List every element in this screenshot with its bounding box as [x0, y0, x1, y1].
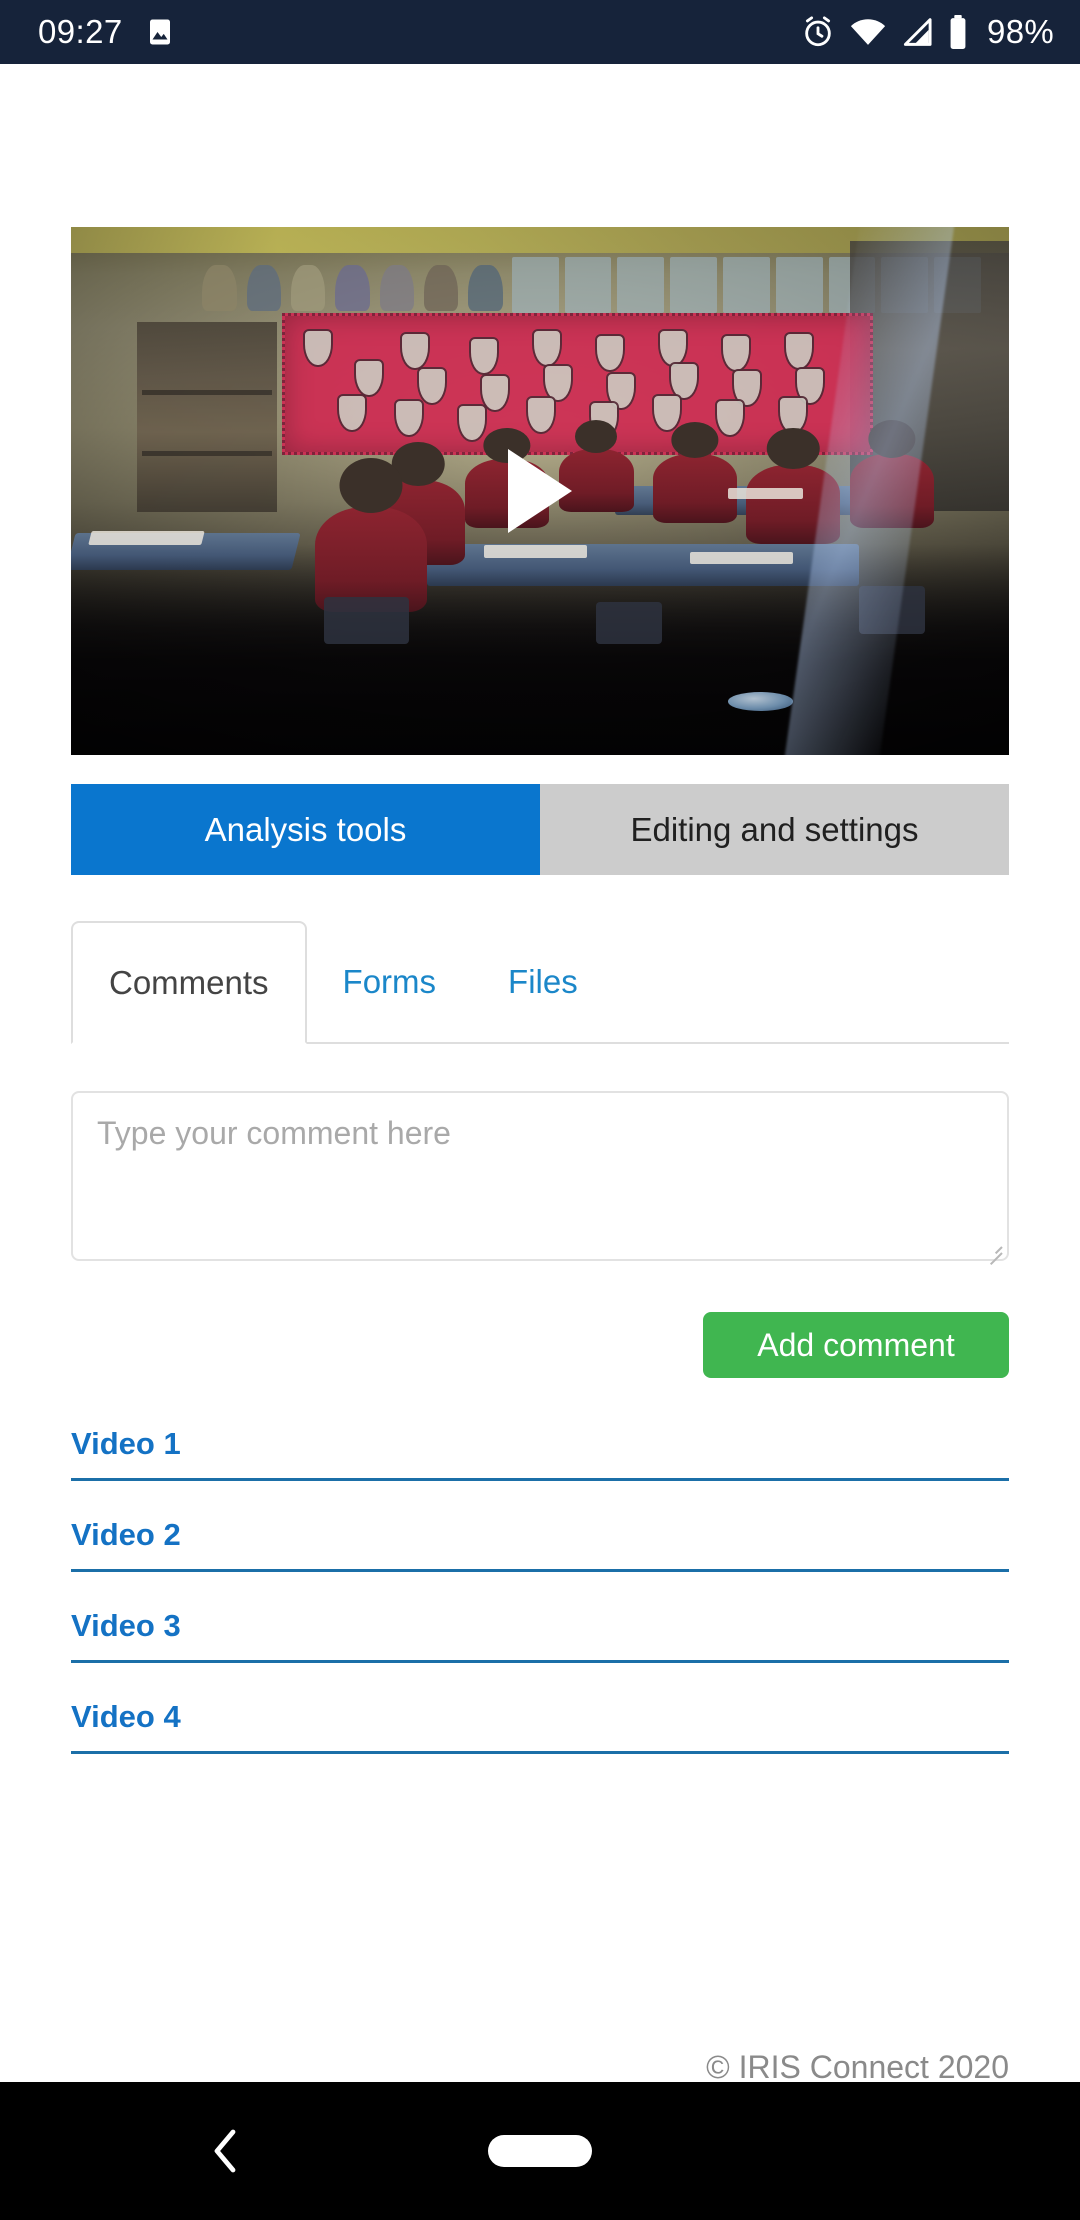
phone-screen: 09:27 98% Analysis tools Editing and set…	[0, 0, 1080, 2220]
list-item[interactable]: Video 4	[71, 1699, 1009, 1754]
battery-icon	[948, 15, 968, 49]
home-pill-icon[interactable]	[488, 2135, 592, 2167]
tab-forms[interactable]: Forms	[307, 921, 473, 1042]
battery-percent-label: 98%	[987, 13, 1054, 50]
tab-comments[interactable]: Comments	[71, 921, 307, 1044]
list-item[interactable]: Video 1	[71, 1426, 1009, 1481]
list-item[interactable]: Video 3	[71, 1608, 1009, 1663]
image-icon	[145, 17, 175, 47]
video-link-label: Video 3	[71, 1608, 181, 1643]
page-content: Analysis tools Editing and settings Comm…	[0, 64, 1080, 2082]
footer-copyright: © IRIS Connect 2020	[706, 2049, 1009, 2082]
main-tab-bar: Analysis tools Editing and settings	[71, 784, 1009, 875]
tab-analysis-tools-label: Analysis tools	[204, 810, 407, 848]
tab-editing-and-settings[interactable]: Editing and settings	[540, 784, 1009, 875]
wifi-icon	[850, 17, 886, 47]
video-link-label: Video 4	[71, 1699, 181, 1734]
tab-files-label: Files	[508, 962, 578, 1000]
alarm-clock-icon	[801, 15, 835, 49]
back-chevron-icon[interactable]	[209, 2128, 243, 2174]
tab-files[interactable]: Files	[472, 921, 614, 1042]
comment-input[interactable]	[71, 1091, 1009, 1261]
tab-analysis-tools[interactable]: Analysis tools	[71, 784, 540, 875]
list-item[interactable]: Video 2	[71, 1517, 1009, 1572]
android-nav-bar	[0, 2082, 1080, 2220]
video-link-label: Video 2	[71, 1517, 181, 1552]
cell-signal-icon	[901, 17, 933, 47]
tab-forms-label: Forms	[342, 962, 437, 1000]
tab-editing-and-settings-label: Editing and settings	[630, 810, 919, 848]
tab-comments-label: Comments	[109, 963, 269, 1001]
sub-tab-bar: Comments Forms Files	[71, 921, 1009, 1044]
status-clock: 09:27	[38, 13, 123, 50]
status-system-icons: 98%	[801, 13, 1054, 51]
status-notification-icons	[145, 17, 175, 47]
status-bar: 09:27 98%	[0, 0, 1080, 64]
play-triangle-icon[interactable]	[508, 449, 572, 533]
add-comment-button[interactable]: Add comment	[703, 1312, 1009, 1378]
video-link-label: Video 1	[71, 1426, 181, 1461]
video-list: Video 1 Video 2 Video 3 Video 4	[71, 1426, 1009, 1790]
video-player[interactable]	[71, 227, 1009, 755]
